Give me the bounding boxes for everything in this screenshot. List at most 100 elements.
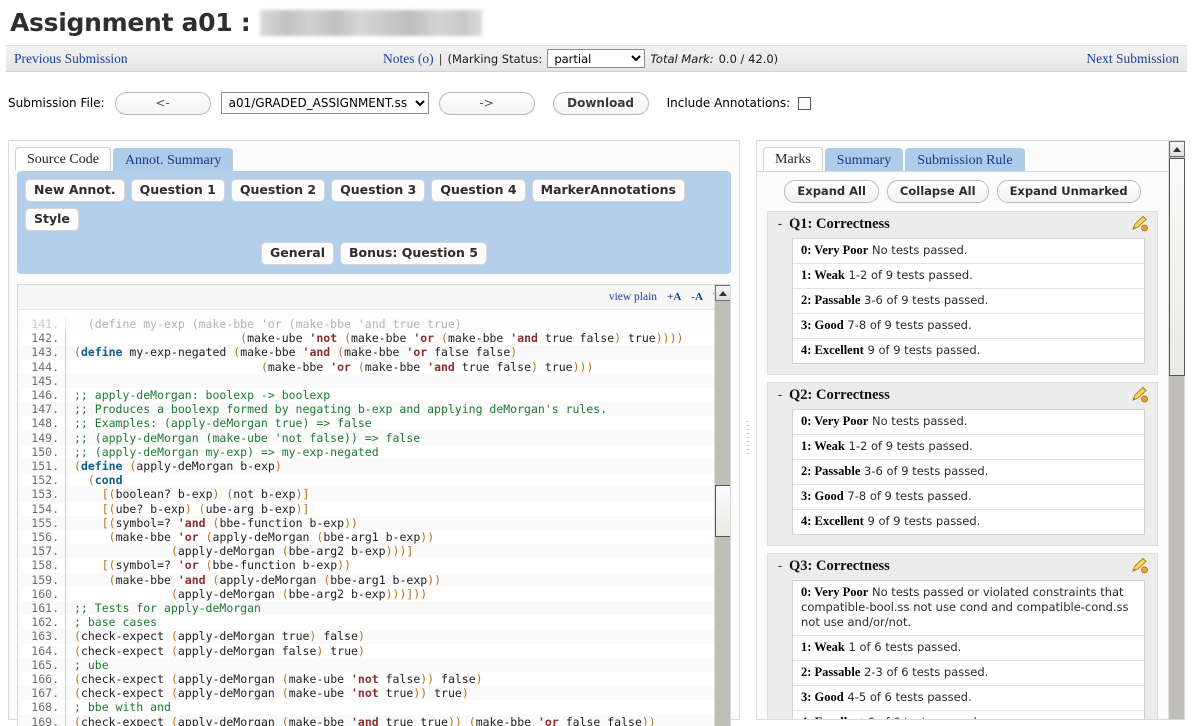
code-line[interactable]: 164. (check-expect (apply-deMorgan false)…: [18, 643, 730, 658]
code-line[interactable]: 154. [(ube? b-exp) (ube-arg b-exp)]: [18, 501, 730, 516]
tab-source-code[interactable]: Source Code: [15, 147, 111, 171]
criterion-level-row[interactable]: 0: Very Poor No tests passed.: [793, 410, 1144, 435]
expand-unmarked-button[interactable]: Expand Unmarked: [996, 180, 1141, 203]
code-line-number: 169.: [18, 714, 66, 726]
criterion-level-row[interactable]: 1: Weak 1-2 of 9 tests passed.: [793, 435, 1144, 460]
code-line[interactable]: 156. (make-bbe 'or (apply-deMorgan (bbe-…: [18, 530, 730, 545]
code-line-text: (define my-exp-negated (make-bbe 'and (m…: [74, 345, 518, 360]
code-line[interactable]: 148. ;; Examples: (apply-deMorgan true) =…: [18, 416, 730, 431]
previous-file-button[interactable]: <-: [114, 91, 211, 115]
triangle-up-icon: [1173, 146, 1181, 152]
annotation-category-style[interactable]: Style: [25, 208, 79, 231]
code-line[interactable]: 143. (define my-exp-negated (make-bbe 'an…: [18, 345, 730, 360]
annotation-category-question-1[interactable]: Question 1: [130, 179, 225, 202]
code-line-number: 154.: [18, 501, 66, 516]
collapse-all-button[interactable]: Collapse All: [886, 180, 989, 203]
decrease-font-link[interactable]: -A: [691, 291, 703, 303]
panel-splitter[interactable]: [740, 140, 756, 726]
criterion-level-row[interactable]: 4: Excellent 9 of 9 tests passed.: [793, 510, 1144, 534]
criterion-level-label: 2: Passable: [801, 464, 861, 478]
expand-all-button[interactable]: Expand All: [784, 180, 879, 203]
criterion-collapse-toggle[interactable]: -: [776, 388, 789, 403]
criterion-level-row[interactable]: 1: Weak 1 of 6 tests passed.: [793, 636, 1144, 661]
code-line[interactable]: 146. ;; apply-deMorgan: boolexp -> boolex…: [18, 388, 730, 403]
criterion-level-row[interactable]: 2: Passable 2-3 of 6 tests passed.: [793, 661, 1144, 686]
criterion-level-row[interactable]: 0: Very Poor No tests passed or violated…: [793, 581, 1144, 636]
tab-marks[interactable]: Marks: [763, 147, 823, 171]
criterion-level-row[interactable]: 4: Excellent 9 of 9 tests passed.: [793, 339, 1144, 363]
criterion-level-row[interactable]: 3: Good 7-8 of 9 tests passed.: [793, 485, 1144, 510]
code-line-number: 164.: [18, 643, 66, 658]
code-line[interactable]: 165. ; ube: [18, 657, 730, 673]
code-line[interactable]: 141. (define my-exp (make-bbe 'or (make-…: [18, 317, 730, 332]
criterion-level-row[interactable]: 2: Passable 3-6 of 9 tests passed.: [793, 460, 1144, 485]
annotation-category-question-2[interactable]: Question 2: [230, 179, 326, 202]
notes-link[interactable]: Notes (o): [383, 51, 434, 67]
code-vertical-scrollbar[interactable]: [714, 285, 730, 726]
annotation-category-question-4[interactable]: Question 4: [431, 179, 526, 202]
criterion-level-row[interactable]: 4: Excellent 6 of 6 tests passed.: [793, 711, 1144, 719]
criterion-header[interactable]: - Q3: Correctness: [768, 554, 1157, 580]
previous-submission-link[interactable]: Previous Submission: [14, 51, 128, 67]
include-annotations-checkbox[interactable]: [798, 96, 812, 110]
criterion-edit-button[interactable]: [1131, 386, 1149, 406]
tab-summary[interactable]: Summary: [824, 148, 904, 171]
code-line[interactable]: 142. (make-ube 'not (make-bbe 'or (make-…: [18, 331, 730, 346]
code-line[interactable]: 158. [(symbol=? 'or (bbe-function b-exp)…: [18, 558, 730, 573]
annotation-category-marker-annotations[interactable]: MarkerAnnotations: [531, 179, 685, 202]
submission-file-select[interactable]: a01/GRADED_ASSIGNMENT.ss: [220, 92, 429, 114]
code-scroll-up-button[interactable]: [715, 285, 730, 301]
code-line[interactable]: 153. [(boolean? b-exp) (not b-exp)]: [18, 487, 730, 502]
code-line[interactable]: 151. (define (apply-deMorgan b-exp): [18, 459, 730, 474]
marks-vertical-scrollbar[interactable]: [1168, 141, 1185, 719]
criterion-block: - Q2: Correctness 0: Very Poor No tests pa…: [767, 382, 1158, 546]
marking-status-select[interactable]: partial: [547, 49, 646, 68]
splitter-grip-icon: [746, 421, 749, 458]
criterion-level-label: 1: Weak: [801, 640, 845, 654]
annotation-category-bonus-question-5[interactable]: Bonus: Question 5: [340, 242, 487, 265]
increase-font-link[interactable]: +A: [667, 291, 681, 303]
marks-scrollbar-thumb[interactable]: [1169, 158, 1185, 376]
criterion-edit-button[interactable]: [1131, 215, 1149, 235]
new-annotation-button[interactable]: New Annot.: [25, 179, 125, 202]
code-line[interactable]: 144. (make-bbe 'or (make-bbe 'and true f…: [18, 359, 730, 374]
code-line[interactable]: 152. (cond: [18, 473, 730, 488]
code-line[interactable]: 168. ; bbe with and: [18, 700, 730, 715]
criterion-level-row[interactable]: 1: Weak 1-2 of 9 tests passed.: [793, 264, 1144, 289]
tab-annot-summary[interactable]: Annot. Summary: [112, 148, 234, 171]
code-line-number: 160.: [18, 586, 66, 602]
next-submission-link[interactable]: Next Submission: [1086, 51, 1179, 67]
code-scrollbar-thumb[interactable]: [715, 485, 730, 537]
criterion-collapse-toggle[interactable]: -: [776, 217, 789, 232]
code-line[interactable]: 150. ;; (apply-deMorgan my-exp) => my-exp…: [18, 444, 730, 460]
code-line[interactable]: 160. (apply-deMorgan (bbe-arg2 b-exp)))]…: [18, 586, 730, 602]
criterion-level-row[interactable]: 3: Good 4-5 of 6 tests passed.: [793, 686, 1144, 711]
tab-submission-rule[interactable]: Submission Rule: [905, 148, 1025, 171]
code-line[interactable]: 145.: [18, 373, 730, 389]
code-line[interactable]: 159. (make-bbe 'and (apply-deMorgan (bbe…: [18, 572, 730, 587]
code-line[interactable]: 166. (check-expect (apply-deMorgan (make-…: [18, 672, 730, 687]
code-line[interactable]: 163. (check-expect (apply-deMorgan true) …: [18, 629, 730, 644]
download-button[interactable]: Download: [552, 91, 649, 115]
code-line[interactable]: 149. ;; (apply-deMorgan (make-ube 'not fa…: [18, 430, 730, 445]
next-file-button[interactable]: ->: [438, 91, 535, 115]
view-plain-link[interactable]: view plain: [609, 291, 657, 303]
criterion-level-row[interactable]: 2: Passable 3-6 of 9 tests passed.: [793, 289, 1144, 314]
code-line[interactable]: 147. ;; Produces a boolexp formed by nega…: [18, 402, 730, 417]
criterion-header[interactable]: - Q2: Correctness: [768, 383, 1157, 409]
annotation-category-question-3[interactable]: Question 3: [331, 179, 426, 202]
criterion-level-row[interactable]: 0: Very Poor No tests passed.: [793, 239, 1144, 264]
code-line-number: 146.: [18, 388, 66, 403]
annotation-category-general[interactable]: General: [261, 242, 335, 265]
code-line[interactable]: 161. ;; Tests for apply-deMorgan: [18, 601, 730, 616]
code-line[interactable]: 155. [(symbol=? 'and (bbe-function b-exp…: [18, 515, 730, 531]
code-line[interactable]: 169. (check-expect (apply-deMorgan (make-…: [18, 714, 730, 726]
criterion-edit-button[interactable]: [1131, 557, 1149, 577]
code-line[interactable]: 157. (apply-deMorgan (bbe-arg2 b-exp)))]: [18, 544, 730, 559]
criterion-collapse-toggle[interactable]: -: [776, 559, 789, 574]
code-line[interactable]: 167. (check-expect (apply-deMorgan (make-…: [18, 686, 730, 701]
criterion-level-row[interactable]: 3: Good 7-8 of 9 tests passed.: [793, 314, 1144, 339]
code-line[interactable]: 162. ; base cases: [18, 615, 730, 630]
criterion-header[interactable]: - Q1: Correctness: [768, 212, 1157, 238]
marks-scroll-up-button[interactable]: [1169, 141, 1185, 157]
